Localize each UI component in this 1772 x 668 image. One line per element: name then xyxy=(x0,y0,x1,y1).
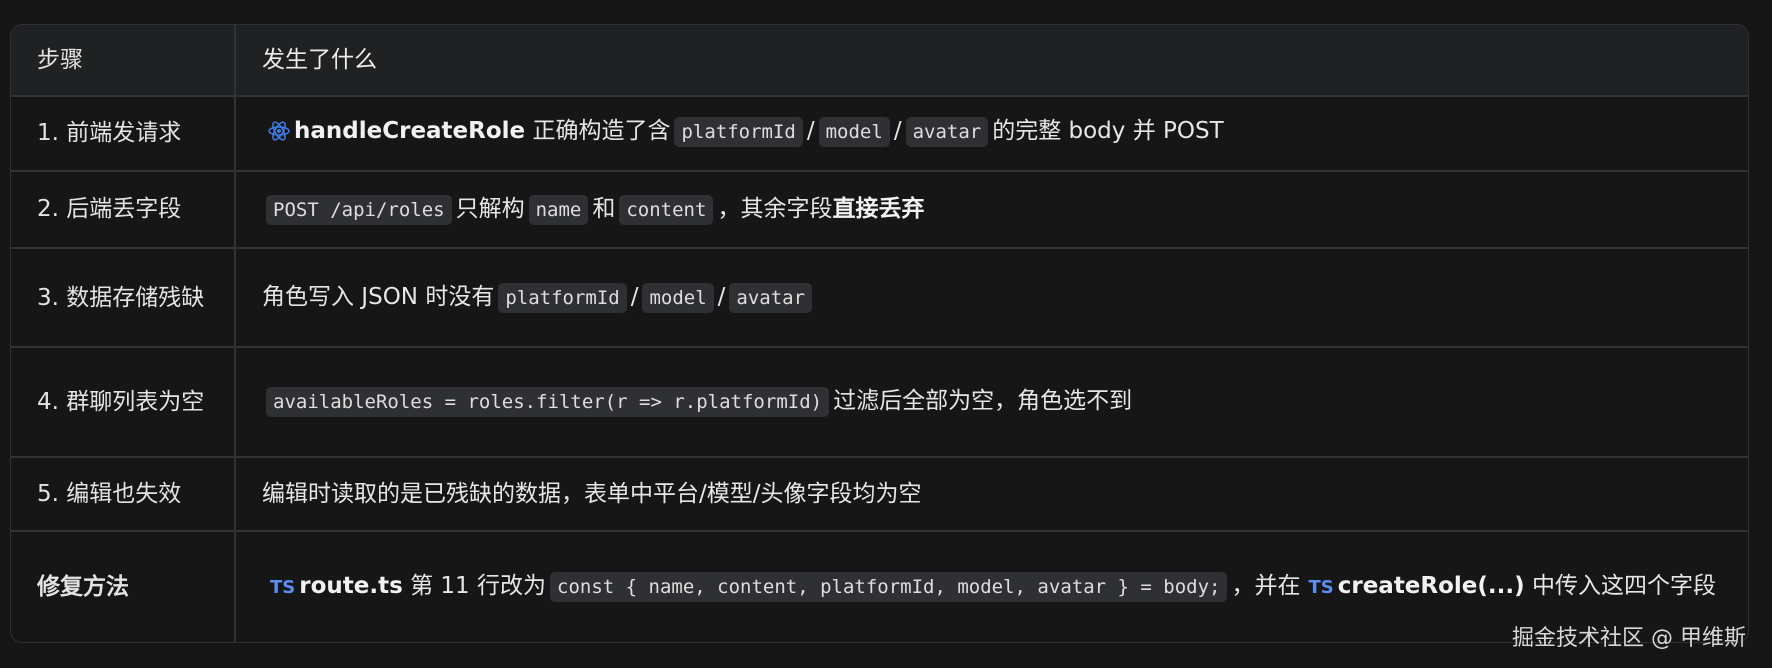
separator: / xyxy=(717,284,726,310)
inline-code: const { name, content, platformId, model… xyxy=(550,572,1228,603)
inline-code: model xyxy=(642,283,714,313)
separator: / xyxy=(806,118,815,145)
typescript-icon: TS xyxy=(1308,577,1334,599)
text-fragment: 过滤后全部为空，角色选不到 xyxy=(833,388,1133,415)
table-row: 1. 前端发请求 handleCreateRole 正确构造了含 platfor… xyxy=(11,96,1748,172)
header-what-happened: 发生了什么 xyxy=(235,25,1748,97)
table-row: 2. 后端丢字段 POST /api/roles 只解构 name 和 content，… xyxy=(11,170,1748,250)
step-cell: 3. 数据存储残缺 xyxy=(11,248,236,348)
inline-code: content xyxy=(619,194,714,225)
separator: / xyxy=(630,284,639,310)
step-cell: 修复方法 xyxy=(11,531,236,642)
description-cell: availableRoles = roles.filter(r => r.pla… xyxy=(235,346,1748,458)
inline-code: POST /api/roles xyxy=(266,194,452,225)
text-fragment: 的完整 body 并 POST xyxy=(992,118,1224,145)
description-cell: 编辑时读取的是已残缺的数据，表单中平台/模型/头像字段均为空 xyxy=(235,456,1748,533)
step-cell: 2. 后端丢字段 xyxy=(11,170,236,250)
inline-code: availableRoles = roles.filter(r => r.pla… xyxy=(266,387,830,418)
function-name: createRole(...) xyxy=(1337,573,1525,600)
table-header-row: 步骤 发生了什么 xyxy=(11,25,1748,97)
text-fragment: ，其余字段 xyxy=(717,195,833,222)
emphasis-text: 直接丢弃 xyxy=(832,195,925,222)
table-row: 4. 群聊列表为空 availableRoles = roles.filter(… xyxy=(11,346,1748,458)
text-fragment: 角色写入 JSON 时没有 xyxy=(262,284,495,310)
table-row: 修复方法 TS route.ts 第 11 行改为 const { name, co… xyxy=(11,531,1748,642)
inline-code: platformId xyxy=(674,117,803,148)
watermark: 掘金技术社区 @ 甲维斯 xyxy=(1512,626,1746,651)
text-fragment: ，并在 xyxy=(1231,573,1301,600)
table-row: 3. 数据存储残缺 角色写入 JSON 时没有 platformId / model /… xyxy=(11,248,1748,348)
text-fragment: 只解构 xyxy=(455,195,525,222)
file-name: route.ts xyxy=(299,573,403,600)
step-cell: 4. 群聊列表为空 xyxy=(11,346,236,458)
description-cell: POST /api/roles 只解构 name 和 content ，其余字段直接丢弃 xyxy=(235,170,1748,250)
header-step: 步骤 xyxy=(11,25,236,97)
info-table: 步骤 发生了什么 1. 前端发请求 handleCreateRole 正确构造了… xyxy=(11,25,1748,642)
text-fragment: 第 11 行改为 xyxy=(410,573,546,600)
inline-code: avatar xyxy=(905,117,989,148)
step-cell: 5. 编辑也失效 xyxy=(11,456,236,533)
react-atom-icon xyxy=(268,117,290,153)
text-fragment: 中传入这四个字段 xyxy=(1531,573,1716,600)
text-fragment: 和 xyxy=(592,195,616,222)
inline-code: name xyxy=(528,194,589,225)
typescript-icon: TS xyxy=(270,577,296,599)
inline-code: model xyxy=(818,117,890,148)
description-cell: handleCreateRole 正确构造了含 platformId / model /… xyxy=(235,96,1748,172)
table-row: 5. 编辑也失效 编辑时读取的是已残缺的数据，表单中平台/模型/头像字段均为空 xyxy=(11,456,1748,533)
description-cell: 角色写入 JSON 时没有 platformId / model / avatar xyxy=(235,248,1748,348)
separator: / xyxy=(893,118,902,145)
text-fragment: 正确构造了含 xyxy=(532,118,671,145)
function-name: handleCreateRole xyxy=(294,118,526,145)
inline-code: avatar xyxy=(729,283,813,313)
inline-code: platformId xyxy=(498,283,627,313)
step-cell: 1. 前端发请求 xyxy=(11,96,236,172)
info-table-container: 步骤 发生了什么 1. 前端发请求 handleCreateRole 正确构造了… xyxy=(10,24,1749,643)
